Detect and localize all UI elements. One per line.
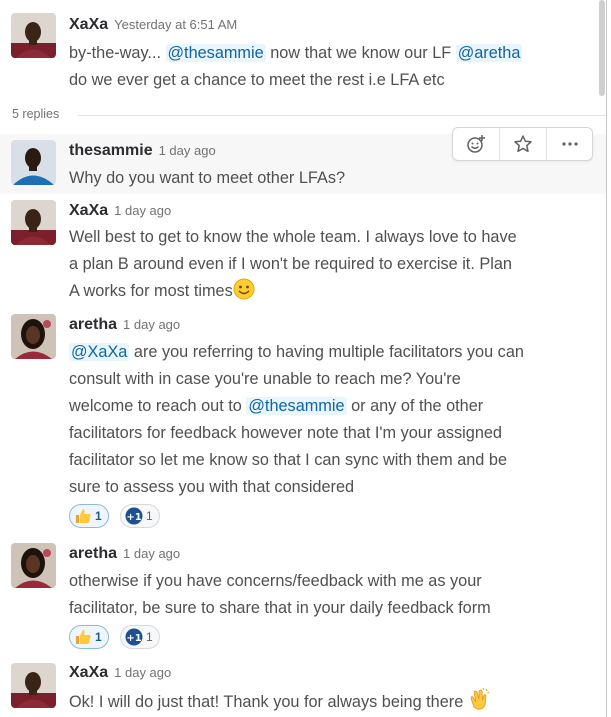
text-span: or any of the other [346, 397, 484, 415]
text-span: welcome to reach out to [69, 397, 247, 415]
divider-line [78, 115, 606, 116]
avatar-aretha[interactable] [11, 314, 56, 359]
star-icon [513, 135, 532, 153]
add-reaction-icon [467, 135, 485, 153]
text-span: Ok! I will do just that! Thank you for a… [69, 693, 468, 711]
mention-aretha[interactable]: @aretha [455, 44, 523, 62]
message-header: XaXa 1 day ago [69, 664, 171, 682]
message-text: Why do you want to meet other LFAs? [69, 165, 589, 192]
text-line: Why do you want to meet other LFAs? [69, 169, 346, 187]
message-text: otherwise if you have concerns/feedback … [69, 568, 589, 622]
reply-message[interactable]: aretha 1 day ago @XaXa are you referring … [0, 308, 606, 533]
plus-one-emoji: +1 [125, 628, 143, 646]
message-text: @XaXa are you referring to having multip… [69, 339, 589, 501]
text-span: now that we know our LF [265, 44, 456, 62]
text-line: sure to assess you with that considered [69, 478, 355, 496]
message-header: thesammie 1 day ago [69, 142, 216, 160]
clapping-hands-emoji [468, 687, 492, 717]
message-header: XaXa Yesterday at 6:51 AM [69, 16, 237, 34]
reaction-plus-one[interactable]: +1 1 [120, 625, 160, 649]
panel-border [606, 0, 607, 717]
message-header: aretha 1 day ago [69, 545, 180, 563]
replies-count: 5 replies [12, 107, 60, 121]
reply-message[interactable]: XaXa 1 day ago Well best to get to know t… [0, 194, 606, 306]
thumbs-up-emoji [76, 509, 91, 523]
thread-panel: XaXa Yesterday at 6:51 AM by-the-way... @… [0, 0, 606, 717]
star-button[interactable] [499, 128, 545, 160]
mention-thesammie[interactable]: @thesammie [246, 397, 347, 415]
text-span: by-the-way... [69, 44, 166, 62]
svg-text:+1: +1 [126, 512, 141, 523]
reaction-count: 1 [146, 509, 153, 523]
message-header: XaXa 1 day ago [69, 202, 171, 220]
scrollbar-thumb[interactable] [599, 0, 605, 96]
reply-message[interactable]: aretha 1 day ago otherwise if you have co… [0, 537, 606, 655]
timestamp[interactable]: 1 day ago [123, 317, 180, 332]
author-name[interactable]: aretha [69, 545, 117, 562]
reaction-count: 1 [146, 630, 153, 644]
reply-message[interactable]: XaXa 1 day ago Ok! I will do just that! T… [0, 657, 606, 717]
message-text: Ok! I will do just that! Thank you for a… [69, 687, 589, 717]
replies-divider: 5 replies [0, 106, 606, 124]
text-line: facilitator so let me know so that I can… [69, 451, 507, 469]
message-text: by-the-way... @thesammie now that we kno… [69, 40, 589, 94]
reaction-plus-one[interactable]: +1 1 [120, 504, 160, 528]
avatar-thesammie[interactable] [11, 140, 56, 185]
author-name[interactable]: aretha [69, 316, 117, 333]
text-span: are you referring to having multiple fac… [129, 343, 524, 361]
more-actions-icon [561, 142, 578, 146]
reaction-count: 1 [95, 630, 102, 644]
avatar-xaxa[interactable] [11, 200, 56, 245]
text-line: consult with in case you're unable to re… [69, 370, 461, 388]
text-line: otherwise if you have concerns/feedback … [69, 572, 482, 590]
text-line: facilitators for feedback however note t… [69, 424, 502, 442]
svg-text:+1: +1 [126, 633, 141, 644]
avatar-aretha[interactable] [11, 543, 56, 588]
text-line: do we ever get a chance to meet the rest… [69, 71, 445, 89]
reaction-thumbs-up[interactable]: 1 [69, 625, 109, 649]
text-line: facilitator, be sure to share that in yo… [69, 599, 491, 617]
author-name[interactable]: XaXa [69, 202, 108, 219]
mention-xaxa[interactable]: @XaXa [69, 343, 130, 361]
timestamp[interactable]: Yesterday at 6:51 AM [114, 17, 237, 32]
message-header: aretha 1 day ago [69, 316, 180, 334]
message-text: Well best to get to know the whole team.… [69, 224, 589, 309]
text-span: A works for most times [69, 282, 233, 300]
timestamp[interactable]: 1 day ago [159, 143, 216, 158]
reaction-count: 1 [95, 509, 102, 523]
timestamp[interactable]: 1 day ago [114, 665, 171, 680]
mention-thesammie[interactable]: @thesammie [165, 44, 266, 62]
author-name[interactable]: XaXa [69, 664, 108, 681]
author-name[interactable]: XaXa [69, 16, 108, 33]
avatar-xaxa[interactable] [11, 13, 56, 58]
parent-message[interactable]: XaXa Yesterday at 6:51 AM by-the-way... @… [0, 0, 606, 104]
author-name[interactable]: thesammie [69, 142, 153, 159]
text-line: a plan B around even if I won't be requi… [69, 255, 512, 273]
timestamp[interactable]: 1 day ago [114, 203, 171, 218]
plus-one-emoji: +1 [125, 507, 143, 525]
timestamp[interactable]: 1 day ago [123, 546, 180, 561]
thumbs-up-emoji [76, 630, 91, 644]
text-line: Well best to get to know the whole team.… [69, 228, 517, 246]
avatar-xaxa[interactable] [11, 663, 56, 708]
reaction-thumbs-up[interactable]: 1 [69, 504, 109, 528]
smile-emoji [233, 278, 255, 309]
more-actions-button[interactable] [546, 128, 592, 160]
add-reaction-button[interactable] [453, 128, 499, 160]
message-actions-bar [452, 127, 593, 161]
